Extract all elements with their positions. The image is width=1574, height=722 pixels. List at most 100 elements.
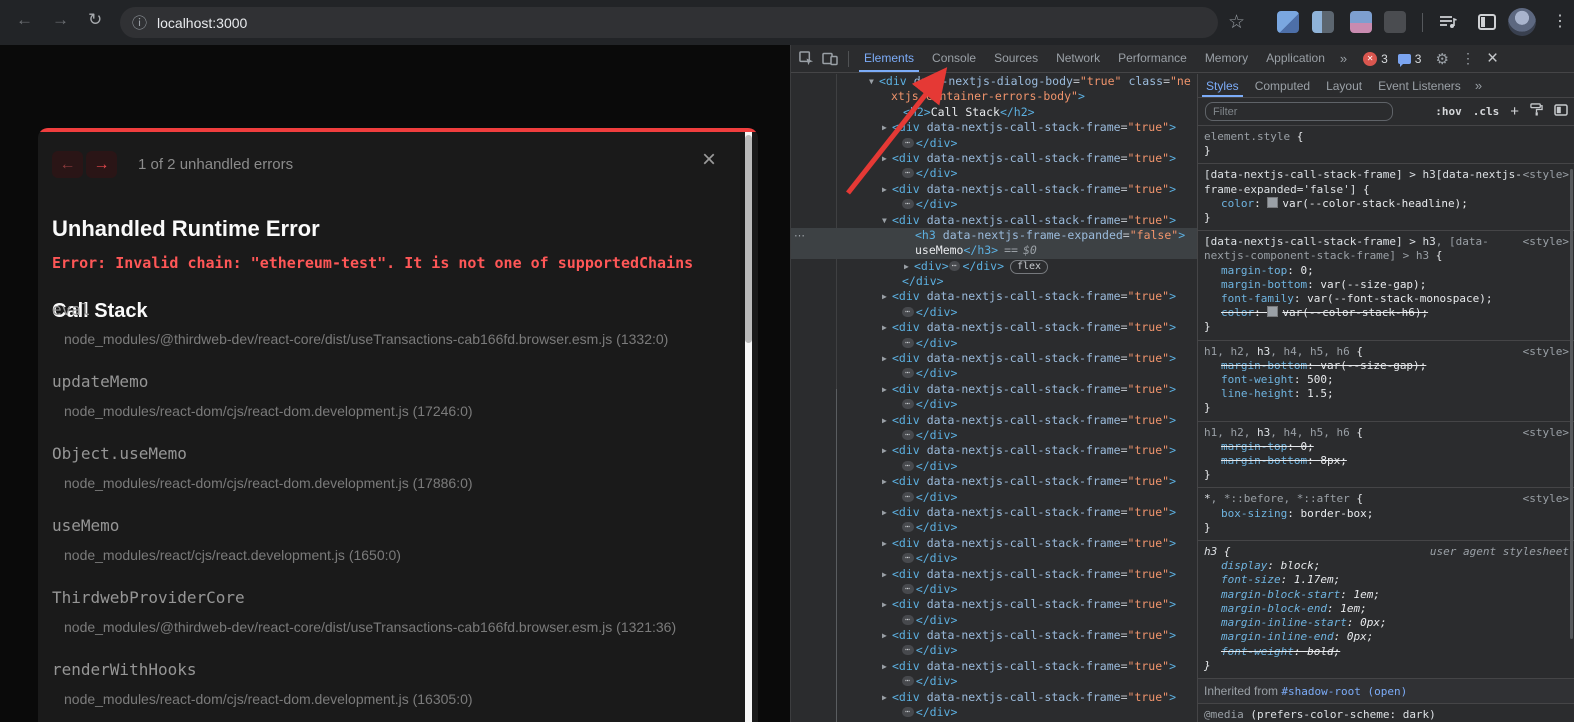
expand-arrow-icon[interactable]: ▼ — [869, 74, 879, 89]
dom-tree-row[interactable]: ▶<divdata-nextjs-call-stack-frame="true"… — [791, 474, 1197, 489]
ellipsis-expand-icon[interactable]: ⋯ — [902, 399, 914, 409]
dock-sidebar-icon[interactable] — [1554, 103, 1568, 121]
dom-tree-row[interactable]: <h2>Call Stack</h2> — [791, 105, 1197, 120]
expand-arrow-icon[interactable]: ▶ — [882, 120, 892, 135]
ellipsis-expand-icon[interactable]: ⋯ — [949, 261, 961, 271]
expand-arrow-icon[interactable]: ▶ — [882, 320, 892, 335]
expand-arrow-icon[interactable]: ▶ — [882, 597, 892, 612]
ellipsis-expand-icon[interactable]: ⋯ — [902, 307, 914, 317]
dom-tree-row[interactable]: ▼<divdata-nextjs-dialog-body="true"class… — [791, 74, 1197, 89]
dom-tree-row[interactable]: ⋯</div> — [791, 490, 1197, 505]
expand-arrow-icon[interactable]: ▶ — [882, 382, 892, 397]
css-rule[interactable]: <style> [data-nextjs-call-stack-frame] >… — [1198, 164, 1574, 231]
reload-icon[interactable]: ↻ — [88, 10, 102, 30]
address-bar[interactable]: ⓘ localhost:3000 — [120, 7, 1218, 38]
dom-tree-row[interactable]: ▶<divdata-nextjs-call-stack-frame="true"… — [791, 567, 1197, 582]
css-rule[interactable]: <style> *, *::before, *::after { box-siz… — [1198, 488, 1574, 541]
gutter-more-icon[interactable]: ⋯ — [794, 229, 805, 242]
expand-arrow-icon[interactable]: ▶ — [882, 151, 892, 166]
color-swatch[interactable] — [1267, 306, 1278, 317]
dom-tree-row[interactable]: ▶<divdata-nextjs-call-stack-frame="true"… — [791, 151, 1197, 166]
dom-tree-row[interactable]: ⋯</div> — [791, 397, 1197, 412]
ellipsis-expand-icon[interactable]: ⋯ — [902, 584, 914, 594]
media-controls-icon[interactable] — [1438, 14, 1458, 35]
device-toolbar-icon[interactable] — [822, 52, 838, 66]
extension-icon[interactable] — [1350, 11, 1372, 33]
paint-format-icon[interactable] — [1530, 103, 1543, 121]
dom-tree-row[interactable]: ⋯</div> — [791, 551, 1197, 566]
stylesheet-link[interactable]: <style> — [1523, 426, 1569, 440]
css-rule-user-agent[interactable]: user agent stylesheet h3 { displayblock … — [1198, 541, 1574, 679]
toggle-hover-state-button[interactable]: :hov — [1435, 105, 1462, 118]
expand-arrow-icon[interactable]: ▶ — [882, 659, 892, 674]
stylesheet-link[interactable]: <style> — [1523, 168, 1569, 182]
side-panel-icon[interactable] — [1478, 14, 1496, 30]
dom-tree-row[interactable]: ⋯</div> — [791, 643, 1197, 658]
dom-tree-row[interactable]: ⋯</div> — [791, 520, 1197, 535]
dom-tree-row[interactable]: ⋯</div> — [791, 428, 1197, 443]
dom-tree-row[interactable]: ⋯</div> — [791, 136, 1197, 151]
previous-error-button[interactable]: ← — [52, 151, 83, 178]
inspect-element-icon[interactable] — [799, 51, 814, 66]
dom-tree-row[interactable]: ▶<divdata-nextjs-call-stack-frame="true"… — [791, 351, 1197, 366]
dom-tree-row[interactable]: </div> — [791, 274, 1197, 289]
settings-gear-icon[interactable]: ⚙ — [1435, 50, 1448, 68]
expand-arrow-icon[interactable]: ▼ — [882, 213, 892, 228]
issues-icon[interactable] — [1398, 54, 1411, 64]
ellipsis-expand-icon[interactable]: ⋯ — [902, 199, 914, 209]
expand-arrow-icon[interactable]: ▶ — [882, 351, 892, 366]
css-rule-host[interactable]: @media (prefers-color-scheme: dark) <sty… — [1198, 704, 1574, 722]
dom-tree-row[interactable]: xtjs-container-errors-body"> — [791, 89, 1197, 104]
ellipsis-expand-icon[interactable]: ⋯ — [902, 676, 914, 686]
dom-tree-row[interactable]: ⋯</div> — [791, 613, 1197, 628]
dom-tree-row[interactable]: ▼<divdata-nextjs-call-stack-frame="true"… — [791, 213, 1197, 228]
css-rule[interactable]: <style> h1, h2, h3, h4, h5, h6 { margin-… — [1198, 422, 1574, 489]
stylesheet-link[interactable]: <style> — [1523, 345, 1569, 359]
color-swatch[interactable] — [1267, 197, 1278, 208]
tab-memory[interactable]: Memory — [1205, 45, 1248, 72]
profile-avatar[interactable] — [1508, 8, 1536, 36]
dom-tree-row[interactable]: ▶<divdata-nextjs-call-stack-frame="true"… — [791, 690, 1197, 705]
expand-arrow-icon[interactable]: ▶ — [882, 443, 892, 458]
dom-tree-row[interactable]: ▶<divdata-nextjs-call-stack-frame="true"… — [791, 182, 1197, 197]
expand-arrow-icon[interactable]: ▶ — [904, 259, 914, 274]
tab-event-listeners[interactable]: Event Listeners — [1378, 75, 1461, 97]
tab-computed[interactable]: Computed — [1255, 75, 1310, 97]
styles-scrollbar-thumb[interactable] — [1570, 169, 1573, 639]
dom-tree-row[interactable]: ▶<div>⋯</div>flex — [791, 259, 1197, 274]
expand-arrow-icon[interactable]: ▶ — [882, 536, 892, 551]
devtools-menu-icon[interactable]: ⋮ — [1461, 50, 1475, 67]
dom-tree-row[interactable]: ⋯</div> — [791, 305, 1197, 320]
dom-tree-row[interactable]: ▶<divdata-nextjs-call-stack-frame="true"… — [791, 536, 1197, 551]
tab-performance[interactable]: Performance — [1118, 45, 1187, 72]
ellipsis-expand-icon[interactable]: ⋯ — [902, 645, 914, 655]
dom-tree-row[interactable]: ▶<divdata-nextjs-call-stack-frame="true"… — [791, 382, 1197, 397]
ellipsis-expand-icon[interactable]: ⋯ — [902, 492, 914, 502]
ellipsis-expand-icon[interactable]: ⋯ — [902, 168, 914, 178]
url-text[interactable]: localhost:3000 — [157, 15, 247, 31]
tab-network[interactable]: Network — [1056, 45, 1100, 72]
expand-arrow-icon[interactable]: ▶ — [882, 289, 892, 304]
ellipsis-expand-icon[interactable]: ⋯ — [902, 430, 914, 440]
dom-tree-row[interactable]: ▶<divdata-nextjs-call-stack-frame="true"… — [791, 320, 1197, 335]
dom-tree-row[interactable]: ⋯</div> — [791, 336, 1197, 351]
dom-tree-row[interactable]: ▶<divdata-nextjs-call-stack-frame="true"… — [791, 443, 1197, 458]
ellipsis-expand-icon[interactable]: ⋯ — [902, 553, 914, 563]
ellipsis-expand-icon[interactable]: ⋯ — [902, 707, 914, 717]
console-error-icon[interactable]: ✕ — [1363, 52, 1377, 66]
dom-tree-row[interactable]: ⋯</div> — [791, 366, 1197, 381]
stylesheet-link[interactable]: <style> — [1523, 235, 1569, 249]
dom-tree-row[interactable]: ⋯</div> — [791, 459, 1197, 474]
browser-menu-icon[interactable]: ⋮ — [1552, 11, 1568, 31]
ellipsis-expand-icon[interactable]: ⋯ — [902, 338, 914, 348]
toggle-class-button[interactable]: .cls — [1473, 105, 1500, 118]
dom-tree-row[interactable]: ▶<divdata-nextjs-call-stack-frame="true"… — [791, 505, 1197, 520]
dom-tree-row[interactable]: ▶<divdata-nextjs-call-stack-frame="true"… — [791, 659, 1197, 674]
tab-layout[interactable]: Layout — [1326, 75, 1362, 97]
css-rule[interactable]: <style> [data-nextjs-call-stack-frame] >… — [1198, 231, 1574, 340]
ellipsis-expand-icon[interactable]: ⋯ — [902, 522, 914, 532]
styles-filter-input[interactable] — [1205, 102, 1393, 121]
tab-console[interactable]: Console — [932, 45, 976, 72]
dom-tree-row[interactable]: ▶<divdata-nextjs-call-stack-frame="true"… — [791, 628, 1197, 643]
dom-tree-row[interactable]: ⋯</div> — [791, 582, 1197, 597]
